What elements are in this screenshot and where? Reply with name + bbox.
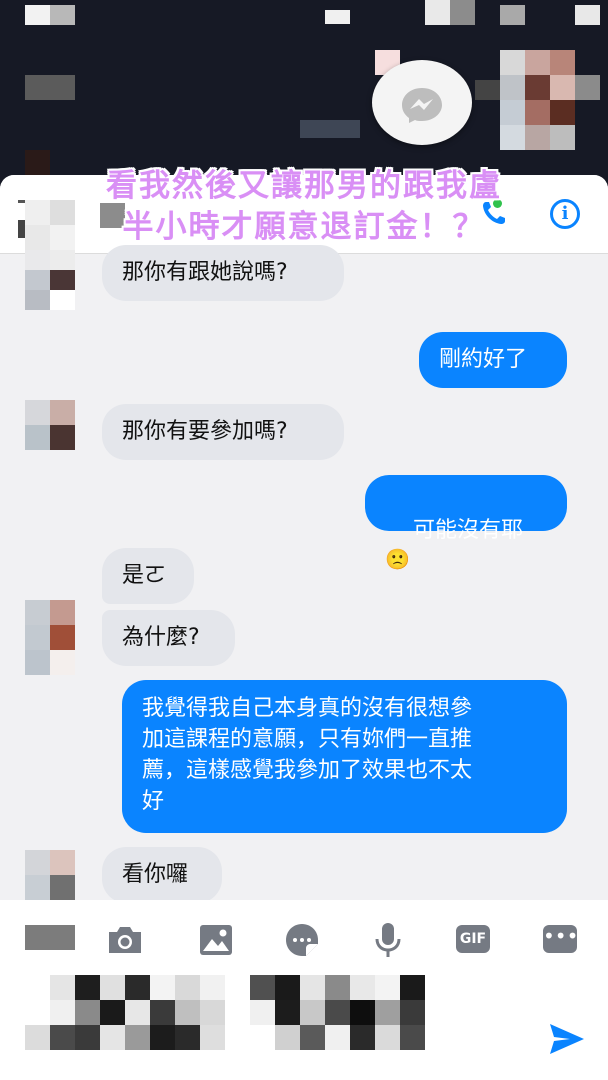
more-icon[interactable]: •••	[543, 925, 578, 953]
incoming-message[interactable]: 看你囉	[102, 847, 222, 903]
avatar[interactable]	[25, 250, 75, 310]
gif-button[interactable]: GIF	[456, 925, 490, 953]
messenger-icon	[402, 88, 442, 123]
incoming-message[interactable]: 為什麼?	[102, 610, 235, 666]
message-text: 可能沒有耶	[412, 518, 523, 543]
camera-icon[interactable]	[105, 920, 145, 960]
outgoing-message[interactable]: 可能沒有耶🙁	[365, 475, 567, 571]
image-icon[interactable]	[196, 920, 236, 960]
avatar[interactable]	[25, 400, 75, 460]
sticker-icon[interactable]	[282, 920, 322, 960]
incoming-message[interactable]: 是ㄛ	[102, 548, 194, 604]
sad-face-emoji: 🙁	[385, 547, 410, 571]
incoming-message[interactable]: 那你有跟她說嗎?	[102, 245, 344, 301]
overlay-caption-line2: 半小時才願意退訂金！？	[122, 209, 486, 245]
microphone-icon[interactable]	[368, 920, 408, 960]
overlay-caption-line1: 看我然後又讓那男的跟我盧	[106, 168, 502, 204]
outgoing-message[interactable]: 剛約好了	[419, 332, 567, 388]
pixelated-region	[25, 925, 75, 950]
messenger-chat-head[interactable]	[372, 60, 472, 145]
send-icon[interactable]	[548, 1022, 586, 1056]
avatar[interactable]	[25, 600, 75, 675]
outgoing-message[interactable]: 我覺得我自己本身真的沒有很想參 加這課程的意願，只有妳們一直推 薦，這樣感覺我參…	[122, 680, 567, 833]
incoming-message[interactable]: 那你有要參加嗎?	[102, 404, 344, 460]
